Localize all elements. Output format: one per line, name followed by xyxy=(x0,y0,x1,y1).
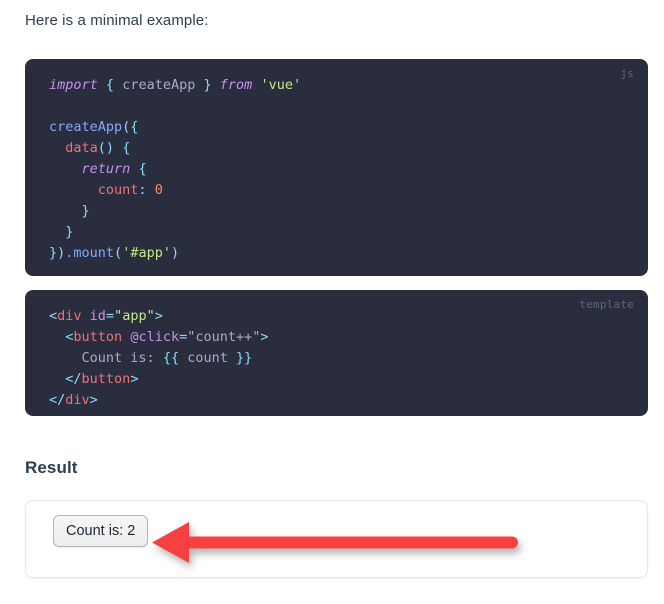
count-button[interactable]: Count is: 2 xyxy=(53,515,148,547)
code-content-js[interactable]: import { createApp } from 'vue' createAp… xyxy=(49,75,624,264)
doc-page: Here is a minimal example: js import { c… xyxy=(0,0,664,604)
code-language-label-js: js xyxy=(620,67,634,80)
code-language-label-template: template xyxy=(579,298,634,311)
result-heading: Result xyxy=(25,458,78,478)
code-block-js: js import { createApp } from 'vue' creat… xyxy=(25,59,648,276)
code-content-template[interactable]: <div id="app"> <button @click="count++">… xyxy=(49,306,624,411)
result-demo-card: Count is: 2 xyxy=(25,500,648,578)
code-block-template: template <div id="app"> <button @click="… xyxy=(25,290,648,416)
intro-paragraph: Here is a minimal example: xyxy=(25,10,209,32)
